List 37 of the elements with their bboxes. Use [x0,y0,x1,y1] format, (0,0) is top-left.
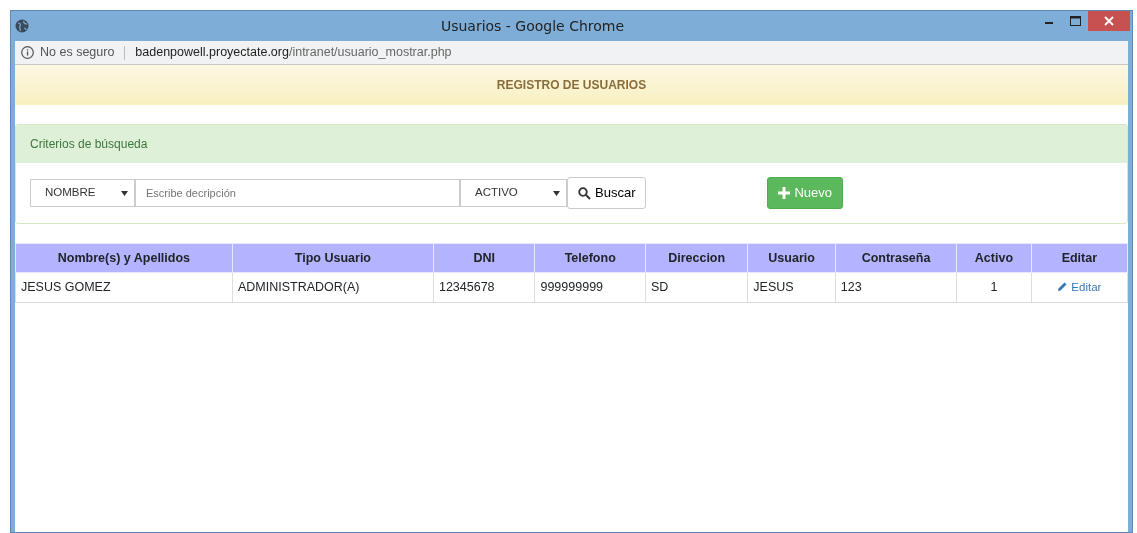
column-header: Nombre(s) y Apellidos [15,243,233,273]
table-cell: 999999999 [534,272,646,303]
caret-icon [121,190,128,196]
table-cell: JESUS [747,272,836,303]
status-select[interactable]: ACTIVO [460,179,567,207]
column-header: Activo [956,243,1032,273]
column-header: Usuario [747,243,836,273]
column-header: Direccion [645,243,748,273]
column-header: Editar [1031,243,1128,273]
column-header: DNI [433,243,535,273]
table-cell: 123 [835,272,957,303]
edit-link[interactable]: Editar [1057,281,1102,294]
plus-icon [778,187,791,199]
search-icon [578,186,591,200]
search-button[interactable]: Buscar [567,177,647,209]
table-cell: 1 [956,272,1032,303]
globe-icon [15,19,29,33]
close-icon [1104,16,1114,26]
table-cell: SD [645,272,748,303]
window-title: Usuarios - Google Chrome [439,16,626,36]
panel-title: Criterios de búsqueda [30,137,148,151]
security-label[interactable]: No es seguro [40,43,115,62]
pencil-icon [1057,281,1069,293]
caret-icon [553,190,560,196]
close-button[interactable] [1088,11,1130,31]
column-header: Tipo Usuario [232,243,434,273]
column-header: Contraseña [835,243,957,273]
table-cell: JESUS GOMEZ [15,272,233,303]
field-select[interactable]: NOMBRE [30,179,135,207]
search-field[interactable]: Escribe decripción [135,179,460,207]
info-icon[interactable] [21,46,34,59]
url-text[interactable]: badenpowell.proyectate.org/intranet/usuario_mostrar.php [135,43,452,62]
table-cell: ADMINISTRADOR(A) [232,272,434,303]
column-header: Telefono [534,243,646,273]
table-cell: 12345678 [433,272,535,303]
page-title: REGISTRO DE USUARIOS [496,77,647,94]
maximize-icon [1069,16,1081,26]
